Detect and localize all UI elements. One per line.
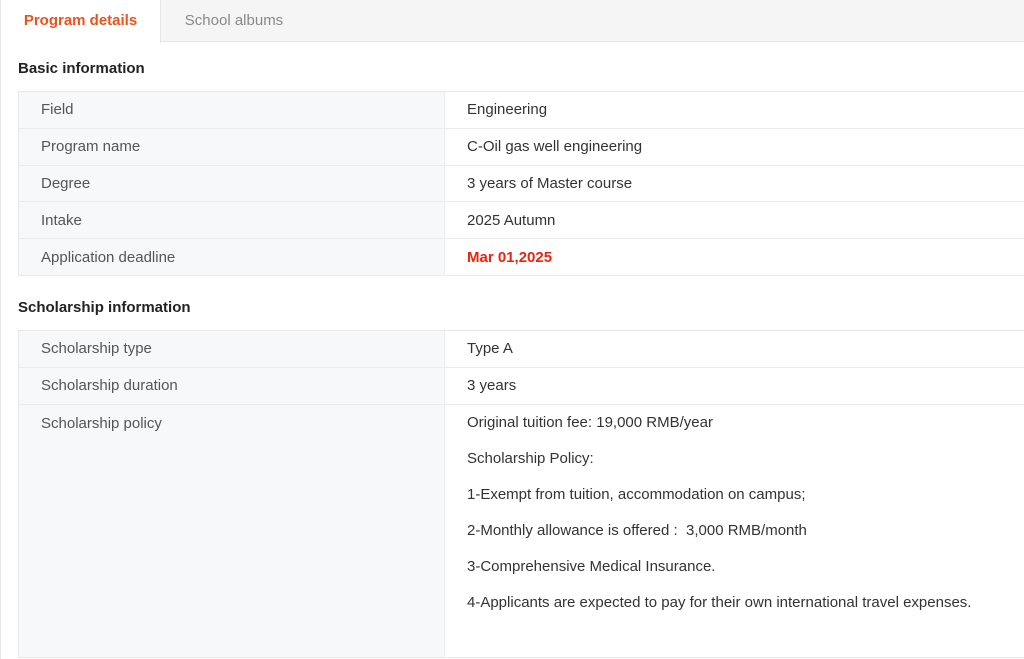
tab-bar: Program details School albums: [1, 0, 1024, 43]
policy-line: Original tuition fee: 19,000 RMB/year: [467, 413, 713, 431]
degree-label: Degree: [19, 165, 445, 202]
table-row: Application deadline Mar 01,2025: [19, 239, 1024, 276]
scholarship-type-value: Type A: [467, 340, 513, 358]
scholarship-policy-label: Scholarship policy: [19, 404, 445, 657]
table-row: Intake 2025 Autumn: [19, 202, 1024, 240]
intake-label: Intake: [19, 202, 445, 239]
policy-line: 3-Comprehensive Medical Insurance.: [467, 557, 716, 575]
application-deadline-value: Mar 01,2025: [467, 248, 553, 266]
intake-value: 2025 Autumn: [467, 211, 556, 229]
policy-line: 1-Exempt from tuition, accommodation on …: [467, 485, 806, 503]
scholarship-type-label: Scholarship type: [19, 331, 445, 367]
scholarship-duration-label: Scholarship duration: [19, 367, 445, 404]
tab-program-details[interactable]: Program details: [1, 0, 161, 43]
scholarship-information-table: Scholarship type Type A Scholarship dura…: [18, 330, 1024, 658]
application-deadline-label: Application deadline: [19, 239, 445, 275]
table-row: Field Engineering: [19, 92, 1024, 129]
scholarship-duration-value: 3 years: [467, 377, 517, 395]
scholarship-information-title: Scholarship information: [18, 299, 191, 316]
field-label: Field: [19, 92, 445, 128]
table-row: Program name C-Oil gas well engineering: [19, 128, 1024, 166]
basic-information-title: Basic information: [18, 60, 145, 77]
program-name-label: Program name: [19, 128, 445, 165]
table-row: Degree 3 years of Master course: [19, 165, 1024, 203]
policy-line: Scholarship Policy:: [467, 449, 594, 467]
tab-school-albums[interactable]: School albums: [162, 0, 306, 42]
left-border: [0, 0, 1, 659]
policy-line: 2-Monthly allowance is offered : 3,000 R…: [467, 521, 807, 539]
degree-value: 3 years of Master course: [467, 174, 633, 192]
basic-information-table: Field Engineering Program name C-Oil gas…: [18, 91, 1024, 276]
table-row: Scholarship type Type A: [19, 331, 1024, 368]
field-value: Engineering: [467, 101, 548, 119]
table-row: Scholarship duration 3 years: [19, 367, 1024, 405]
policy-line: 4-Applicants are expected to pay for the…: [467, 593, 972, 611]
table-row: Scholarship policy Original tuition fee:…: [19, 404, 1024, 658]
program-name-value: C-Oil gas well engineering: [467, 138, 643, 156]
program-page: Program details School albums Basic info…: [0, 0, 1024, 659]
scholarship-policy-value: Original tuition fee: 19,000 RMB/year Sc…: [445, 405, 1024, 657]
